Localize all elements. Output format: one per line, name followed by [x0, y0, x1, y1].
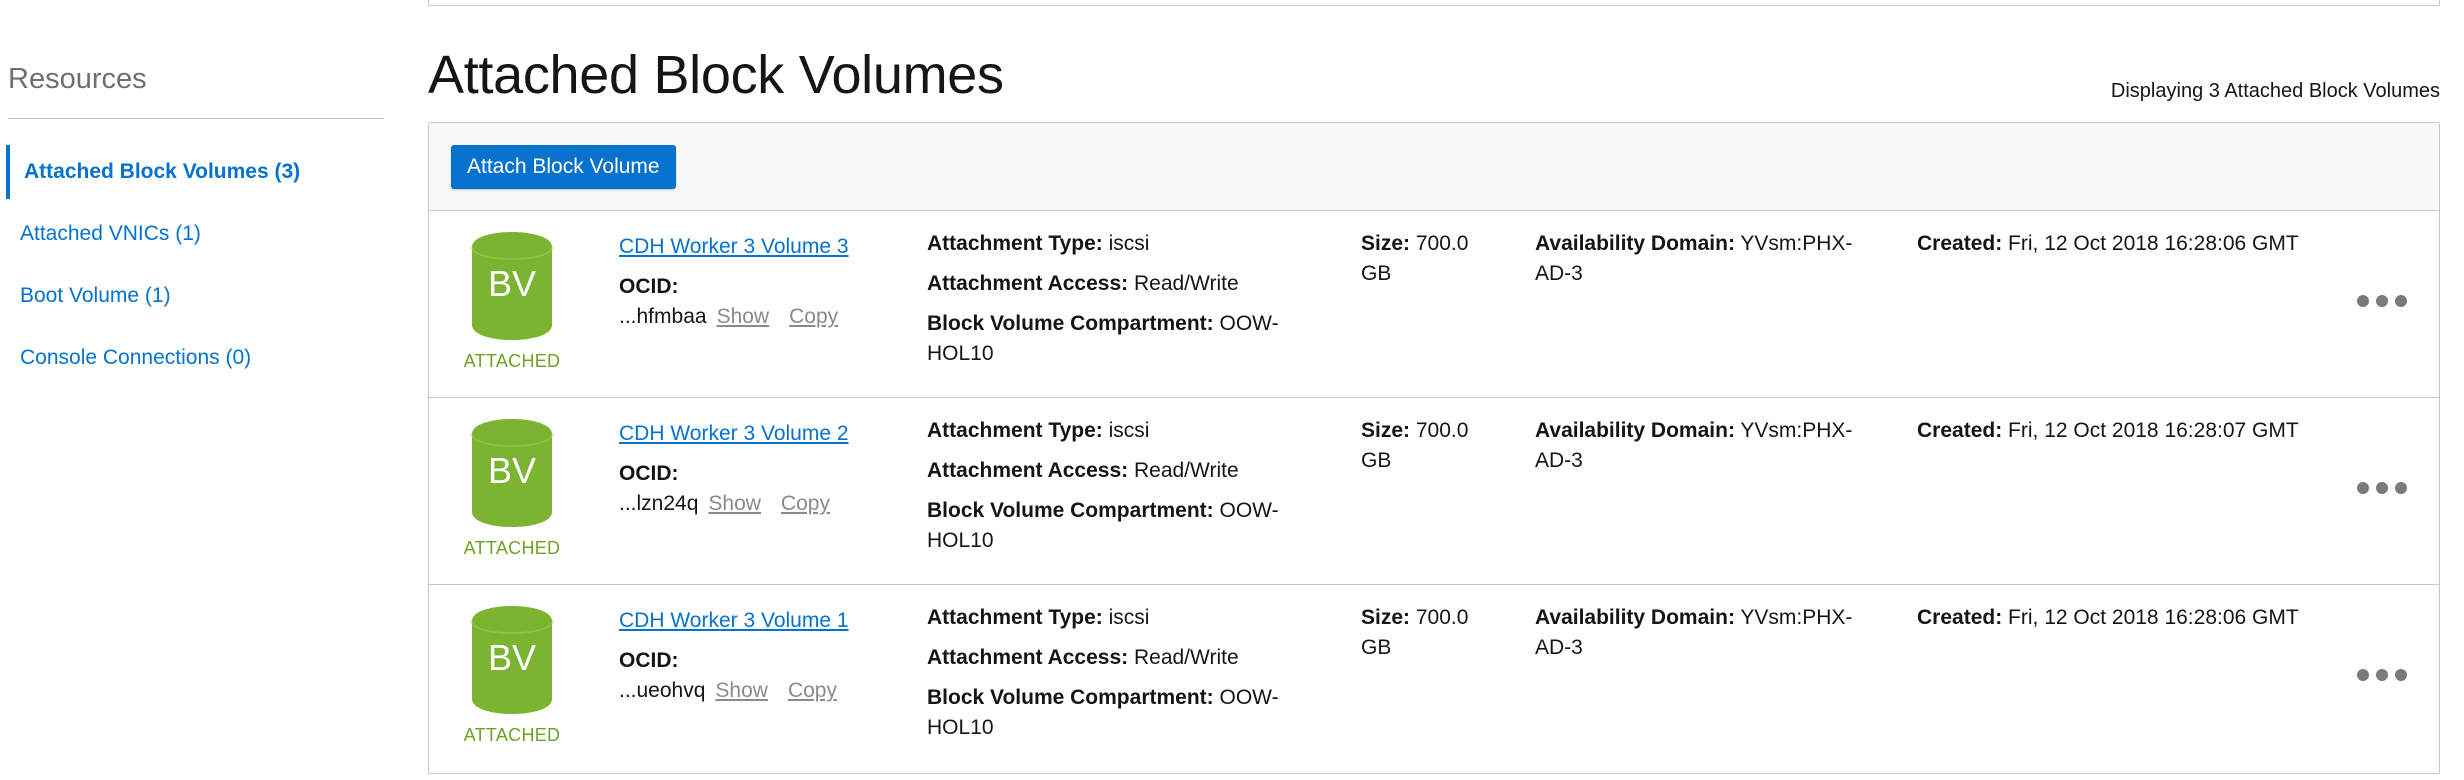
attachment-access: Attachment Access: Read/Write	[927, 269, 1327, 299]
ocid-value: ...lzn24q Show Copy	[619, 492, 830, 516]
attachment-access: Attachment Access: Read/Write	[927, 643, 1327, 673]
ocid-show-link[interactable]: Show	[717, 305, 770, 328]
availability-domain-label: Availability Domain:	[1535, 419, 1735, 442]
attachment-type-label: Attachment Type:	[927, 419, 1103, 442]
main-content: Attached Block Volumes Displaying 3 Atta…	[428, 0, 2440, 780]
sidebar-item-attached-block-volumes[interactable]: Attached Block Volumes (3)	[6, 145, 396, 199]
volume-name-link[interactable]: CDH Worker 3 Volume 2	[619, 422, 849, 446]
ocid-short: ...hfmbaa	[619, 305, 707, 328]
block-volumes-table: Attach Block Volume BV ATTACHED CDH Work…	[428, 122, 2440, 774]
block-volume-icon-label: BV	[488, 263, 536, 304]
size-label: Size:	[1361, 419, 1411, 442]
ocid-copy-link[interactable]: Copy	[781, 492, 830, 515]
resources-sidebar: Resources Attached Block Volumes (3) Att…	[0, 0, 400, 780]
size-label: Size:	[1361, 232, 1411, 255]
created-label: Created:	[1917, 419, 2003, 442]
sidebar-title: Resources	[8, 63, 147, 95]
sidebar-divider	[8, 118, 384, 119]
volume-name-link[interactable]: CDH Worker 3 Volume 3	[619, 235, 849, 259]
status-badge: ATTACHED	[463, 725, 561, 745]
sidebar-item-attached-vnics[interactable]: Attached VNICs (1)	[6, 207, 396, 261]
display-count: Displaying 3 Attached Block Volumes	[2110, 80, 2440, 102]
ocid-copy-link[interactable]: Copy	[789, 305, 838, 328]
created-label: Created:	[1917, 606, 2003, 629]
block-volume-compartment: Block Volume Compartment: OOW-HOL10	[927, 683, 1327, 743]
table-row: BV ATTACHED CDH Worker 3 Volume 2 OCID: …	[429, 398, 2439, 585]
status-badge: ATTACHED	[463, 351, 561, 371]
ocid-show-link[interactable]: Show	[715, 679, 768, 702]
compartment-label: Block Volume Compartment:	[927, 686, 1214, 709]
attachment-access-label: Attachment Access:	[927, 459, 1129, 482]
ocid-short: ...lzn24q	[619, 492, 699, 515]
ocid-label: OCID:	[619, 649, 679, 672]
ocid-show-link[interactable]: Show	[708, 492, 761, 515]
attach-block-volume-button[interactable]: Attach Block Volume	[451, 145, 676, 189]
block-volume-icon-label: BV	[488, 450, 536, 491]
sidebar-item-console-connections[interactable]: Console Connections (0)	[6, 331, 396, 385]
size-label: Size:	[1361, 606, 1411, 629]
attachment-access-value: Read/Write	[1133, 459, 1239, 482]
ocid-short: ...ueohvq	[619, 679, 706, 702]
ocid-label: OCID:	[619, 275, 679, 298]
attachment-access-value: Read/Write	[1133, 646, 1239, 669]
ocid-value: ...hfmbaa Show Copy	[619, 305, 838, 329]
status-badge: ATTACHED	[463, 538, 561, 558]
availability-domain: Availability Domain: YVsm:PHX-AD-3	[1535, 603, 1875, 663]
table-row: BV ATTACHED CDH Worker 3 Volume 3 OCID: …	[429, 211, 2439, 398]
sidebar-item-boot-volume[interactable]: Boot Volume (1)	[6, 269, 396, 323]
created-date: Created: Fri, 12 Oct 2018 16:28:07 GMT	[1917, 416, 2317, 446]
attachment-type-label: Attachment Type:	[927, 606, 1103, 629]
row-actions-menu-icon[interactable]	[2357, 478, 2407, 498]
attachment-type-value: iscsi	[1108, 606, 1150, 629]
volume-size: Size: 700.0 GB	[1361, 229, 1501, 289]
row-actions-menu-icon[interactable]	[2357, 291, 2407, 311]
attachment-access-label: Attachment Access:	[927, 646, 1129, 669]
attachment-type: Attachment Type: iscsi	[927, 229, 1327, 259]
attachment-type-value: iscsi	[1108, 232, 1150, 255]
block-volume-icon: BV	[471, 606, 553, 714]
attachment-type-value: iscsi	[1108, 419, 1150, 442]
attachment-type: Attachment Type: iscsi	[927, 603, 1327, 633]
created-date: Created: Fri, 12 Oct 2018 16:28:06 GMT	[1917, 229, 2317, 259]
volume-name-link[interactable]: CDH Worker 3 Volume 1	[619, 609, 849, 633]
compartment-label: Block Volume Compartment:	[927, 499, 1214, 522]
volume-size: Size: 700.0 GB	[1361, 416, 1501, 476]
volume-size: Size: 700.0 GB	[1361, 603, 1501, 663]
block-volume-compartment: Block Volume Compartment: OOW-HOL10	[927, 496, 1327, 556]
table-row: BV ATTACHED CDH Worker 3 Volume 1 OCID: …	[429, 585, 2439, 772]
attachment-type: Attachment Type: iscsi	[927, 416, 1327, 446]
created-value: Fri, 12 Oct 2018 16:28:07 GMT	[2008, 419, 2299, 442]
created-label: Created:	[1917, 232, 2003, 255]
block-volume-icon-label: BV	[488, 637, 536, 678]
created-date: Created: Fri, 12 Oct 2018 16:28:06 GMT	[1917, 603, 2317, 633]
ocid-copy-link[interactable]: Copy	[788, 679, 837, 702]
row-actions-menu-icon[interactable]	[2357, 665, 2407, 685]
availability-domain: Availability Domain: YVsm:PHX-AD-3	[1535, 229, 1875, 289]
page: Resources Attached Block Volumes (3) Att…	[0, 0, 2464, 780]
attachment-access: Attachment Access: Read/Write	[927, 456, 1327, 486]
attachment-access-label: Attachment Access:	[927, 272, 1129, 295]
page-title: Attached Block Volumes	[428, 45, 1004, 105]
block-volume-compartment: Block Volume Compartment: OOW-HOL10	[927, 309, 1327, 369]
availability-domain-label: Availability Domain:	[1535, 232, 1735, 255]
attachment-type-label: Attachment Type:	[927, 232, 1103, 255]
block-volume-icon: BV	[471, 232, 553, 340]
availability-domain-label: Availability Domain:	[1535, 606, 1735, 629]
created-value: Fri, 12 Oct 2018 16:28:06 GMT	[2008, 606, 2299, 629]
block-volume-icon: BV	[471, 419, 553, 527]
ocid-label: OCID:	[619, 462, 679, 485]
availability-domain: Availability Domain: YVsm:PHX-AD-3	[1535, 416, 1875, 476]
created-value: Fri, 12 Oct 2018 16:28:06 GMT	[2008, 232, 2299, 255]
ocid-value: ...ueohvq Show Copy	[619, 679, 837, 703]
attachment-access-value: Read/Write	[1133, 272, 1239, 295]
table-toolbar: Attach Block Volume	[429, 123, 2439, 211]
compartment-label: Block Volume Compartment:	[927, 312, 1214, 335]
